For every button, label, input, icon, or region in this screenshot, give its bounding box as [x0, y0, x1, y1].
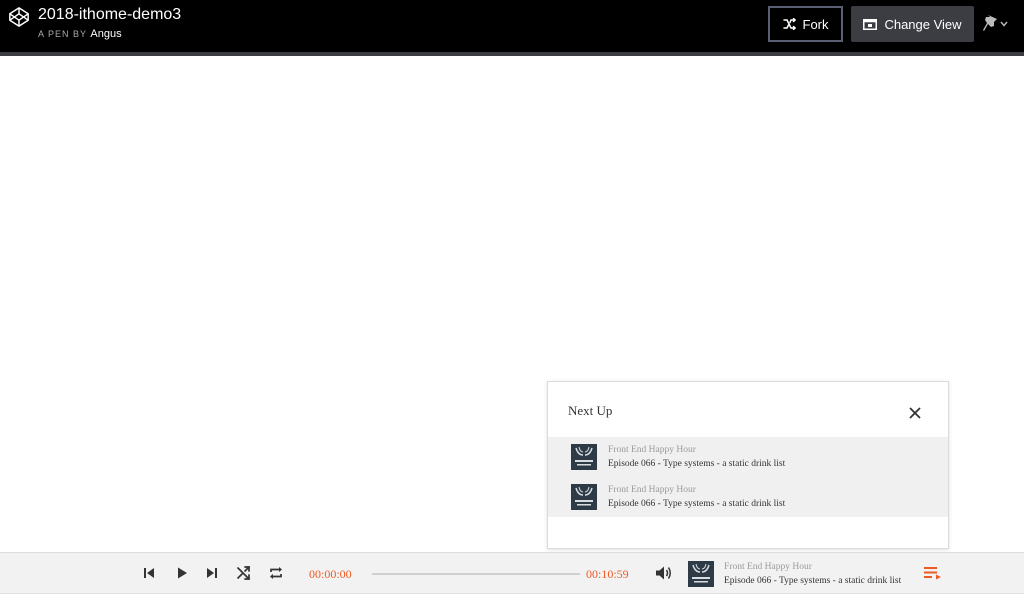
- play-icon[interactable]: [174, 565, 190, 581]
- now-playing-show: Front End Happy Hour: [724, 562, 812, 572]
- fork-icon: [782, 18, 796, 30]
- current-time: 00:00:00: [309, 567, 352, 581]
- chevron-down-icon: [1000, 21, 1008, 27]
- episode-thumbnail: [571, 444, 597, 470]
- skip-previous-icon[interactable]: [141, 565, 157, 581]
- pen-header: 2018-ithome-demo3 A PEN BY Angus Fork Ch…: [0, 0, 1024, 52]
- pen-title[interactable]: 2018-ithome-demo3: [38, 5, 181, 25]
- audio-player-bar: 00:00:00 00:10:59 Front End Happy Hour E…: [0, 552, 1024, 593]
- item-text: Front End Happy Hour Episode 066 - Type …: [608, 444, 785, 471]
- seek-bar[interactable]: [372, 573, 580, 575]
- change-view-label: Change View: [884, 16, 962, 32]
- item-episode-title: Episode 066 - Type systems - a static dr…: [608, 458, 786, 469]
- next-up-list: Front End Happy Hour Episode 066 - Type …: [548, 437, 948, 517]
- close-icon[interactable]: [908, 406, 922, 420]
- pen-byline: A PEN BY Angus: [38, 28, 181, 40]
- pin-icon: [983, 15, 997, 31]
- change-view-button[interactable]: Change View: [851, 6, 974, 42]
- next-up-item[interactable]: Front End Happy Hour Episode 066 - Type …: [548, 437, 948, 477]
- player-bottom-edge: [0, 593, 1024, 598]
- shuffle-icon[interactable]: [236, 565, 252, 581]
- now-playing-info: Front End Happy Hour Episode 066 - Type …: [724, 561, 901, 588]
- header-divider: [0, 52, 1024, 56]
- now-playing-episode: Episode 066 - Type systems - a static dr…: [724, 576, 902, 586]
- item-show-name: Front End Happy Hour: [608, 484, 696, 495]
- pin-menu-button[interactable]: [982, 12, 1012, 36]
- codepen-logo-icon[interactable]: [8, 6, 30, 28]
- author-link[interactable]: Angus: [90, 28, 121, 40]
- fork-button[interactable]: Fork: [768, 6, 843, 42]
- item-text: Front End Happy Hour Episode 066 - Type …: [608, 484, 785, 511]
- duration: 00:10:59: [586, 567, 629, 581]
- now-playing-thumbnail: [688, 561, 714, 587]
- pen-title-block: 2018-ithome-demo3 A PEN BY Angus: [38, 5, 181, 40]
- change-view-icon: [863, 18, 878, 30]
- fork-label: Fork: [802, 16, 829, 32]
- next-up-panel: Next Up Front End Happy Hour Episode 066…: [547, 381, 949, 549]
- item-show-name: Front End Happy Hour: [608, 444, 696, 455]
- playlist-icon[interactable]: [924, 566, 942, 580]
- next-up-item[interactable]: Front End Happy Hour Episode 066 - Type …: [548, 477, 948, 517]
- item-episode-title: Episode 066 - Type systems - a static dr…: [608, 498, 786, 509]
- next-up-title: Next Up: [568, 403, 613, 418]
- skip-next-icon[interactable]: [204, 565, 220, 581]
- pen-by-label: A PEN BY: [38, 29, 87, 39]
- episode-thumbnail: [571, 484, 597, 510]
- repeat-icon[interactable]: [268, 565, 284, 581]
- volume-icon[interactable]: [655, 565, 673, 581]
